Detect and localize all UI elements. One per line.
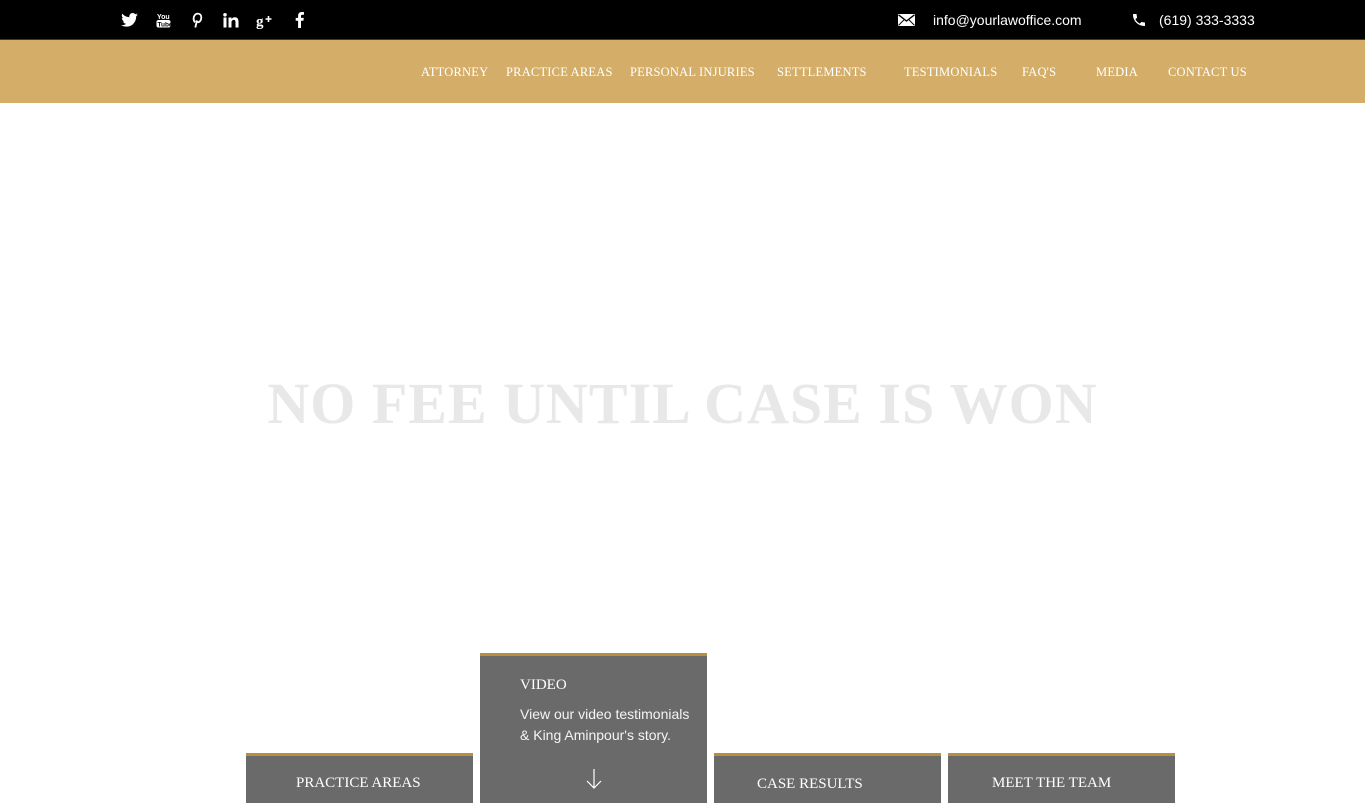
main-nav: ATTORNEY PRACTICE AREAS PERSONAL INJURIE… [0,40,1365,103]
phone-number[interactable]: (619) 333-3333 [1159,12,1255,28]
arrow-down-icon[interactable] [585,768,603,795]
phone-contact[interactable]: (619) 333-3333 [1131,0,1255,40]
meet-the-team-tile[interactable]: MEET THE TEAM [948,753,1175,803]
video-tile[interactable]: VIDEO View our video testimonials & King… [480,653,707,803]
nav-settlements[interactable]: SETTLEMENTS [777,65,867,80]
nav-personal-injuries[interactable]: PERSONAL INJURIES [630,65,755,80]
video-tile-label: VIDEO [520,677,567,693]
practice-areas-tile[interactable]: PRACTICE AREAS [246,753,473,803]
email-contact[interactable]: info@yourlawoffice.com [898,0,1082,40]
nav-contact-us[interactable]: CONTACT US [1168,65,1247,80]
nav-testimonials[interactable]: TESTIMONIALS [904,65,997,80]
envelope-icon [898,14,915,26]
svg-text:Tube: Tube [157,21,171,28]
social-links: You Tube g [112,0,316,40]
facebook-icon[interactable] [282,0,316,40]
email-address[interactable]: info@yourlawoffice.com [933,12,1082,28]
linkedin-icon[interactable] [214,0,248,40]
nav-media[interactable]: MEDIA [1096,65,1138,80]
video-tile-description: View our video testimonials & King Aminp… [520,706,690,743]
meet-the-team-tile-label: MEET THE TEAM [992,775,1112,791]
top-bar: You Tube g info@yourlawoffice.com (619) … [0,0,1365,40]
case-results-tile[interactable]: CASE RESULTS [714,753,941,803]
youtube-icon[interactable]: You Tube [146,0,180,40]
case-results-tile-label: CASE RESULTS [757,776,863,792]
practice-areas-tile-label: PRACTICE AREAS [296,775,421,791]
google-plus-icon[interactable]: g [248,0,282,40]
nav-practice-areas[interactable]: PRACTICE AREAS [506,65,613,80]
nav-faqs[interactable]: FAQ'S [1022,65,1056,80]
svg-text:g: g [256,14,264,29]
phone-icon [1131,12,1147,28]
pinterest-icon[interactable] [180,0,214,40]
nav-attorney[interactable]: ATTORNEY [421,65,488,80]
hero-title: NO FEE UNTIL CASE IS WON [267,371,1098,436]
svg-text:You: You [157,14,170,21]
twitter-icon[interactable] [112,0,146,40]
